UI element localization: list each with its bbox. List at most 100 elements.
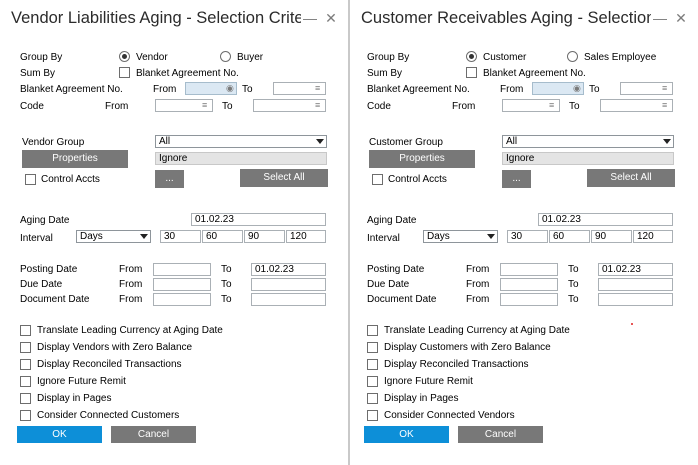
cancel-button[interactable]: Cancel [111, 426, 196, 443]
opt-pages-checkbox[interactable] [20, 393, 31, 404]
code-label: Code [367, 101, 391, 112]
document-to-input[interactable] [598, 293, 673, 306]
due-to-input[interactable] [251, 278, 326, 291]
posting-to-input[interactable]: 01.02.23 [251, 263, 326, 276]
group-by-vendor-radio[interactable] [119, 51, 130, 62]
due-from-input[interactable] [153, 278, 211, 291]
blanket-to-input[interactable]: ≡ [620, 82, 673, 95]
posting-from-input[interactable] [153, 263, 211, 276]
document-from-label: From [466, 294, 490, 305]
interval-2-input[interactable]: 60 [549, 230, 590, 243]
list-icon[interactable]: ≡ [662, 84, 670, 93]
interval-value: Days [427, 231, 450, 242]
due-to-input[interactable] [598, 278, 673, 291]
list-icon[interactable]: ≡ [315, 84, 323, 93]
interval-2-input[interactable]: 60 [202, 230, 243, 243]
opt-future-remit-checkbox[interactable] [367, 376, 378, 387]
vendor-group-dropdown[interactable]: All [155, 135, 327, 148]
ellipsis-button[interactable]: ... [155, 170, 184, 188]
due-from-input[interactable] [500, 278, 558, 291]
interval-3-input[interactable]: 90 [244, 230, 285, 243]
code-to-input[interactable]: ≡ [253, 99, 326, 112]
cancel-button[interactable]: Cancel [458, 426, 543, 443]
select-all-button[interactable]: Select All [240, 169, 328, 187]
control-accts-checkbox[interactable] [372, 174, 383, 185]
interval-label: Interval [367, 233, 400, 244]
vendor-group-label: Vendor Group [22, 137, 85, 148]
calendar-icon[interactable]: ◉ [226, 84, 234, 93]
blanket-to-input[interactable]: ≡ [273, 82, 326, 95]
aging-date-label: Aging Date [20, 215, 70, 226]
interval-4-input[interactable]: 120 [286, 230, 326, 243]
list-icon[interactable]: ≡ [549, 101, 557, 110]
properties-ignore-field: Ignore [155, 152, 327, 165]
blanket-from-input[interactable]: ◉ [185, 82, 237, 95]
group-by-customer-radio[interactable] [466, 51, 477, 62]
opt-reconciled-label: Display Reconciled Transactions [384, 359, 529, 370]
minimize-icon[interactable]: — [653, 11, 667, 25]
document-from-input[interactable] [153, 293, 211, 306]
list-icon[interactable]: ≡ [202, 101, 210, 110]
code-from-input[interactable]: ≡ [155, 99, 213, 112]
document-from-input[interactable] [500, 293, 558, 306]
customer-group-dropdown[interactable]: All [502, 135, 674, 148]
minimize-icon[interactable]: — [303, 11, 317, 25]
opt-zero-balance-checkbox[interactable] [20, 342, 31, 353]
close-icon[interactable]: ✕ [674, 11, 688, 25]
calendar-icon[interactable]: ◉ [573, 84, 581, 93]
opt-zero-balance-label: Display Vendors with Zero Balance [37, 342, 193, 353]
code-from-input[interactable]: ≡ [502, 99, 560, 112]
sum-by-blanket-checkbox[interactable] [466, 67, 477, 78]
list-icon[interactable]: ≡ [315, 101, 323, 110]
document-to-input[interactable] [251, 293, 326, 306]
opt-connected-checkbox[interactable] [20, 410, 31, 421]
interval-3-input[interactable]: 90 [591, 230, 632, 243]
control-accts-checkbox[interactable] [25, 174, 36, 185]
interval-label: Interval [20, 233, 53, 244]
chevron-down-icon [316, 139, 324, 144]
opt-reconciled-checkbox[interactable] [20, 359, 31, 370]
opt-pages-checkbox[interactable] [367, 393, 378, 404]
blanket-from-input[interactable]: ◉ [532, 82, 584, 95]
interval-dropdown[interactable]: Days [76, 230, 151, 243]
interval-4-input[interactable]: 120 [633, 230, 673, 243]
opt-translate-checkbox[interactable] [20, 325, 31, 336]
posting-from-input[interactable] [500, 263, 558, 276]
document-date-label: Document Date [20, 294, 90, 305]
interval-1-input[interactable]: 30 [160, 230, 201, 243]
ok-button[interactable]: OK [364, 426, 449, 443]
sum-by-blanket-label: Blanket Agreement No. [483, 68, 586, 79]
list-icon[interactable]: ≡ [662, 101, 670, 110]
close-icon[interactable]: ✕ [324, 11, 338, 25]
group-by-buyer-radio[interactable] [220, 51, 231, 62]
aging-date-input[interactable]: 01.02.23 [191, 213, 326, 226]
properties-button[interactable]: Properties [369, 150, 475, 168]
code-from-label: From [452, 101, 476, 112]
opt-translate-label: Translate Leading Currency at Aging Date [384, 325, 570, 336]
opt-reconciled-checkbox[interactable] [367, 359, 378, 370]
select-all-button[interactable]: Select All [587, 169, 675, 187]
vendor-aging-window: Vendor Liabilities Aging - Selection Cri… [0, 0, 349, 465]
ok-button[interactable]: OK [17, 426, 102, 443]
posting-to-label: To [221, 264, 232, 275]
sum-by-label: Sum By [20, 68, 56, 79]
posting-to-input[interactable]: 01.02.23 [598, 263, 673, 276]
document-to-label: To [568, 294, 579, 305]
posting-date-label: Posting Date [367, 264, 425, 275]
group-by-sales-employee-radio[interactable] [567, 51, 578, 62]
opt-zero-balance-checkbox[interactable] [367, 342, 378, 353]
ellipsis-button[interactable]: ... [502, 170, 531, 188]
opt-connected-checkbox[interactable] [367, 410, 378, 421]
sum-by-blanket-checkbox[interactable] [119, 67, 130, 78]
properties-button[interactable]: Properties [22, 150, 128, 168]
aging-date-input[interactable]: 01.02.23 [538, 213, 673, 226]
group-by-buyer-label: Buyer [237, 52, 264, 63]
interval-dropdown[interactable]: Days [423, 230, 498, 243]
code-from-label: From [105, 101, 129, 112]
opt-future-remit-checkbox[interactable] [20, 376, 31, 387]
blanket-agreement-label: Blanket Agreement No. [367, 84, 470, 95]
code-to-input[interactable]: ≡ [600, 99, 673, 112]
interval-1-input[interactable]: 30 [507, 230, 548, 243]
opt-translate-checkbox[interactable] [367, 325, 378, 336]
title-bar: Vendor Liabilities Aging - Selection Cri… [0, 0, 348, 38]
